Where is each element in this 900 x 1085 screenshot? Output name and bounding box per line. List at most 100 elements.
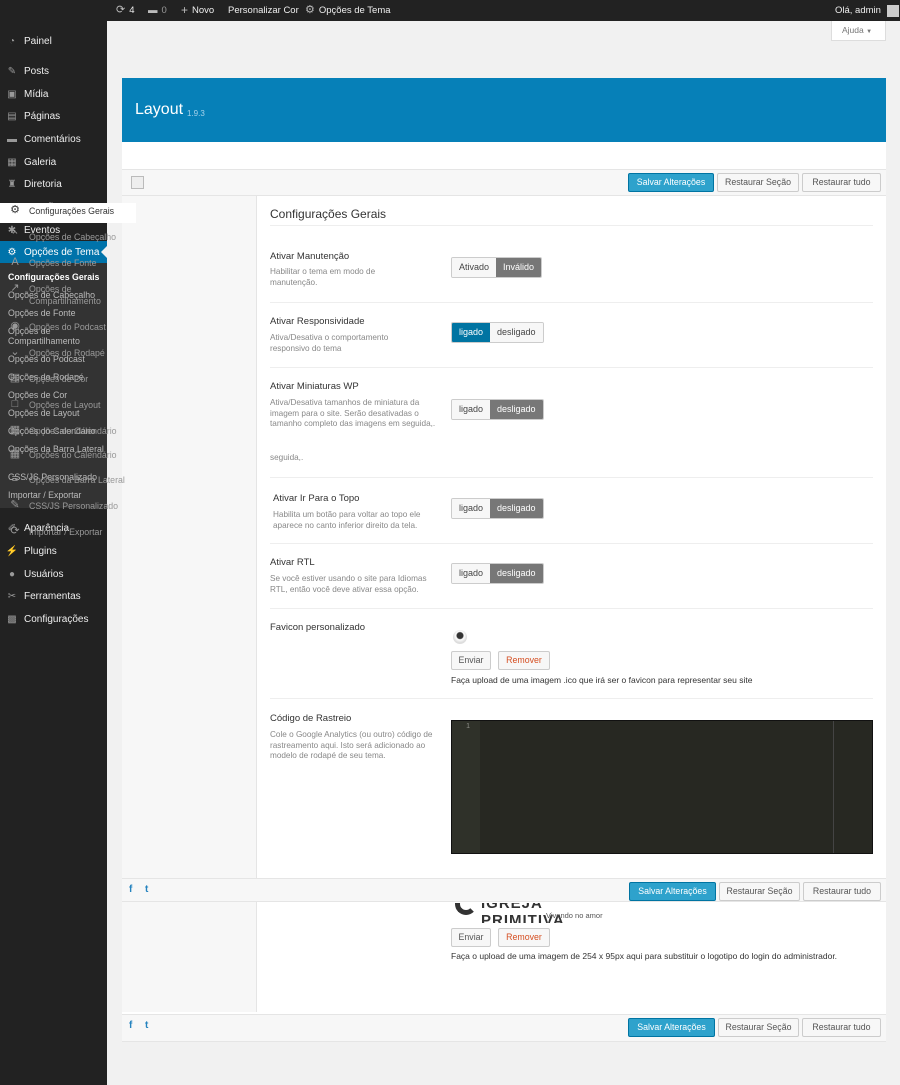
login-logo-preview: IGREJA PRIMITIVA Vivendo no amor: [451, 903, 616, 923]
calendar-icon: ▦: [9, 448, 21, 459]
sidebar-item-1[interactable]: ✎ Posts: [0, 60, 107, 82]
nav-item-9[interactable]: ▦ Opções do Calendário: [0, 447, 134, 459]
nav-item-label: Opções de Layout: [29, 400, 101, 410]
rtl-off[interactable]: desligado: [490, 564, 543, 583]
comments-icon: ▬: [7, 133, 17, 145]
section-title: Configurações Gerais: [270, 207, 387, 221]
reset-all-button[interactable]: Restaurar tudo: [802, 1018, 881, 1037]
gotop-off[interactable]: desligado: [490, 499, 543, 518]
refresh-icon: ⟳: [116, 4, 126, 16]
plugin-icon: ⚡: [5, 545, 19, 557]
facebook-icon[interactable]: f: [129, 1020, 132, 1031]
updates-link[interactable]: ⟳ 4: [116, 0, 135, 21]
nav-item-7[interactable]: □ Opções de Layout: [0, 397, 134, 417]
gotop-on[interactable]: ligado: [452, 499, 491, 518]
maintenance-toggle[interactable]: Ativado Inválido: [451, 257, 543, 278]
responsive-on[interactable]: ligado: [452, 323, 491, 342]
thumbnails-toggle[interactable]: ligado desligado: [451, 399, 544, 420]
responsive-off[interactable]: desligado: [490, 323, 543, 342]
users-icon: ●: [8, 568, 16, 580]
nav-item-8[interactable]: ▦ Opções do Calendário: [0, 423, 134, 443]
nav-item-label: Opções do Podcast: [29, 322, 106, 332]
nav-item-3[interactable]: ↗ Opções de Compartilhamento: [0, 281, 134, 313]
maintenance-desc: Habilitar o tema em modo de manutenção.: [270, 267, 376, 287]
thumbnails-desc-extra: seguida,.: [270, 453, 304, 462]
print-margin: [833, 721, 834, 853]
nav-item-1[interactable]: ⌃ Opções de Cabeçalho: [0, 229, 134, 249]
account-link[interactable]: Olá, admin: [835, 0, 899, 21]
sidebar-item-label: Galeria: [24, 156, 57, 168]
layout-icon: □: [11, 398, 19, 410]
gotop-toggle[interactable]: ligado desligado: [451, 498, 544, 519]
nav-item-label: CSS/JS Personalizado: [29, 501, 118, 511]
nav-item-5[interactable]: ⌄ Opções do Rodapé: [0, 345, 134, 365]
sidebar-item-13[interactable]: ✂ Ferramentas: [0, 585, 107, 607]
theme-options-link[interactable]: ⚙ Opções de Tema: [305, 0, 391, 21]
reset-section-button[interactable]: Restaurar Seção: [719, 882, 800, 901]
tracking-code-editor[interactable]: 1: [451, 720, 873, 854]
sidebar-item-label: Posts: [24, 65, 50, 77]
sidebar-item-6[interactable]: ♜ Diretoria: [0, 173, 107, 195]
nav-item-label: Opções de Cabeçalho: [29, 232, 117, 242]
page-title: Layout: [135, 101, 184, 118]
expand-icon[interactable]: [131, 176, 144, 189]
reset-all-button[interactable]: Restaurar tudo: [803, 882, 881, 901]
favicon-remove-button[interactable]: Remover: [498, 651, 550, 670]
login-logo-remove-button[interactable]: Remover: [498, 928, 550, 947]
save-button[interactable]: Salvar Alterações: [629, 882, 716, 901]
thumbnails-off[interactable]: desligado: [490, 400, 543, 419]
save-button[interactable]: Salvar Alterações: [628, 173, 714, 192]
login-logo-upload-button[interactable]: Enviar: [451, 928, 491, 947]
customize-link[interactable]: Personalizar Cor: [228, 0, 299, 21]
nav-item-10[interactable]: ≡ Opções da Barra Lateral: [0, 472, 134, 492]
sidebar-item-label: Configurações: [24, 613, 89, 625]
nav-item-2[interactable]: A Opções de Fonte: [0, 255, 134, 275]
sidebar-item-0[interactable]: ◔ Painel: [0, 30, 107, 52]
gotop-desc: Habilita um botão para voltar ao topo el…: [273, 510, 421, 530]
nav-item-0[interactable]: ⚙ Configurações Gerais: [0, 203, 136, 223]
login-logo-hint: Faça o upload de uma imagem de 254 x 95p…: [451, 951, 838, 961]
rtl-label: Ativar RTL: [270, 557, 315, 568]
facebook-icon[interactable]: f: [129, 884, 132, 895]
help-button[interactable]: Ajuda ▼: [831, 21, 886, 41]
admin-bar: ⟳ 4 ▬ 0 + Novo Personalizar Cor ⚙ Opções de …: [0, 0, 900, 21]
pin-icon: ✎: [7, 65, 17, 77]
twitter-icon[interactable]: t: [145, 884, 148, 895]
divider: [270, 608, 873, 609]
sidebar-item-4[interactable]: ▬ Comentários: [0, 128, 107, 150]
nav-item-label: Opções de Compartilhamento: [29, 284, 101, 306]
sidebar-item-14[interactable]: ▩ Configurações: [0, 608, 107, 630]
nav-item-12[interactable]: ⟳ Importar / Exportar: [0, 524, 134, 544]
version-label: 1.9.3: [187, 109, 205, 118]
edit-icon: ✎: [10, 499, 20, 511]
reset-section-button[interactable]: Restaurar Seção: [717, 173, 799, 192]
nav-item-label: Opções de Fonte: [29, 258, 97, 268]
rtl-on[interactable]: ligado: [452, 564, 491, 583]
save-button[interactable]: Salvar Alterações: [628, 1018, 715, 1037]
sidebar-item-3[interactable]: ▤ Páginas: [0, 105, 107, 127]
nav-item-label: Opções do Calendário: [29, 450, 117, 459]
color-icon: ▤: [9, 372, 21, 384]
responsive-toggle[interactable]: ligado desligado: [451, 322, 544, 343]
media-icon: ▣: [7, 88, 17, 100]
sidebar-item-2[interactable]: ▣ Mídia: [0, 83, 107, 105]
favicon-upload-button[interactable]: Enviar: [451, 651, 491, 670]
sidebar-item-12[interactable]: ● Usuários: [0, 563, 107, 585]
nav-item-label: Opções de Cor: [29, 374, 89, 384]
tracking-label: Código de Rastreio: [270, 713, 352, 724]
reset-all-button[interactable]: Restaurar tudo: [802, 173, 881, 192]
gallery-icon: ▦: [7, 156, 17, 168]
sidebar-item-5[interactable]: ▦ Galeria: [0, 151, 107, 173]
nav-item-4[interactable]: ◉ Opções do Podcast: [0, 319, 134, 339]
maintenance-on[interactable]: Ativado: [452, 258, 497, 277]
reset-section-button[interactable]: Restaurar Seção: [718, 1018, 799, 1037]
rtl-toggle[interactable]: ligado desligado: [451, 563, 544, 584]
nav-item-11[interactable]: ✎ CSS/JS Personalizado: [0, 498, 134, 518]
maintenance-off[interactable]: Inválido: [496, 258, 542, 277]
thumbnails-on[interactable]: ligado: [452, 400, 491, 419]
comments-link[interactable]: ▬ 0: [148, 0, 167, 21]
avatar: [886, 4, 899, 17]
twitter-icon[interactable]: t: [145, 1020, 148, 1031]
new-link[interactable]: + Novo: [181, 0, 214, 21]
nav-item-6[interactable]: ▤ Opções de Cor: [0, 371, 134, 391]
